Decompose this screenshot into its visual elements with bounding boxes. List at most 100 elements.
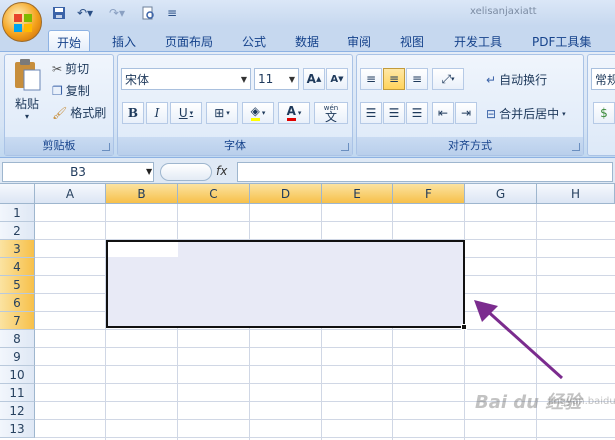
- annotation-arrow-icon: [474, 300, 564, 380]
- paste-button[interactable]: 粘贴 ▾: [8, 58, 46, 130]
- name-box[interactable]: B3: [2, 162, 154, 182]
- orientation-button[interactable]: ⤢ ▾: [432, 68, 464, 90]
- column-header-e[interactable]: E: [322, 184, 393, 204]
- phonetic-button[interactable]: wén 文: [314, 102, 348, 124]
- copy-button[interactable]: ❐ 复制: [52, 82, 90, 99]
- insert-function-button[interactable]: fx: [216, 164, 227, 178]
- tab-developer[interactable]: 开发工具: [446, 30, 510, 52]
- paste-icon: [15, 59, 41, 91]
- row-header-9[interactable]: 9: [0, 348, 35, 366]
- chevron-down-icon: ▾: [562, 109, 566, 118]
- print-preview-icon[interactable]: [136, 4, 160, 22]
- formula-bar-expander[interactable]: [160, 163, 212, 181]
- align-right-icon: ☰: [411, 106, 423, 120]
- underline-label: U: [178, 106, 188, 120]
- alignment-launcher-icon[interactable]: [572, 143, 580, 151]
- office-button[interactable]: [2, 2, 42, 42]
- wrap-text-button[interactable]: ↵ 自动换行: [486, 71, 547, 88]
- tab-insert[interactable]: 插入: [104, 30, 144, 52]
- undo-icon[interactable]: ↶▾: [72, 4, 98, 22]
- alignment-group-label: 对齐方式: [357, 137, 583, 155]
- font-name-combo[interactable]: 宋体 ▼: [121, 68, 251, 90]
- grow-font-label: A: [306, 72, 316, 86]
- format-painter-button[interactable]: 🖌 格式刷: [52, 104, 106, 121]
- column-header-b[interactable]: B: [106, 184, 178, 204]
- bold-button[interactable]: B: [122, 102, 144, 124]
- wrap-text-label: 自动换行: [499, 73, 548, 87]
- paste-dropdown-icon[interactable]: ▾: [8, 112, 46, 121]
- tab-view[interactable]: 视图: [392, 30, 432, 52]
- formula-input[interactable]: [237, 162, 613, 182]
- font-size-value: 11: [258, 72, 274, 86]
- row-header-6[interactable]: 6: [0, 294, 35, 312]
- bottom-align-button[interactable]: ≡: [406, 68, 428, 90]
- increase-indent-button[interactable]: ⇥: [455, 102, 477, 124]
- shrink-font-button[interactable]: A ▼: [326, 68, 348, 90]
- font-size-combo[interactable]: 11 ▼: [254, 68, 299, 90]
- align-center-icon: ☰: [388, 106, 400, 120]
- number-format-combo[interactable]: 常规: [591, 68, 615, 90]
- merge-icon: ⊟: [486, 106, 497, 121]
- row-header-12[interactable]: 12: [0, 402, 35, 420]
- row-header-4[interactable]: 4: [0, 258, 35, 276]
- decrease-indent-button[interactable]: ⇤: [432, 102, 454, 124]
- column-header-d[interactable]: D: [250, 184, 322, 204]
- row-header-5[interactable]: 5: [0, 276, 35, 294]
- clipboard-launcher-icon[interactable]: [102, 143, 110, 151]
- column-header-g[interactable]: G: [465, 184, 537, 204]
- scissors-icon: ✂: [52, 61, 63, 76]
- font-color-button[interactable]: A ▾: [278, 102, 310, 124]
- row-header-1[interactable]: 1: [0, 204, 35, 222]
- row-header-2[interactable]: 2: [0, 222, 35, 240]
- row-header-8[interactable]: 8: [0, 330, 35, 348]
- merge-center-button[interactable]: ⊟ 合并后居中 ▾: [486, 105, 566, 122]
- decrease-indent-icon: ⇤: [437, 106, 449, 120]
- row-header-13[interactable]: 13: [0, 420, 35, 438]
- column-header-f[interactable]: F: [393, 184, 465, 204]
- middle-align-button[interactable]: ≡: [383, 68, 405, 90]
- name-box-dropdown-icon[interactable]: ▼: [146, 167, 152, 176]
- save-icon[interactable]: [50, 4, 68, 22]
- paste-label: 粘贴: [14, 97, 39, 111]
- tab-data[interactable]: 数据: [287, 30, 327, 52]
- active-cell[interactable]: [108, 242, 178, 257]
- underline-button[interactable]: U ▾: [170, 102, 202, 124]
- align-left-icon: ☰: [365, 106, 377, 120]
- row-header-10[interactable]: 10: [0, 366, 35, 384]
- row-header-11[interactable]: 11: [0, 384, 35, 402]
- cut-button[interactable]: ✂ 剪切: [52, 60, 89, 77]
- borders-button[interactable]: ⊞ ▾: [206, 102, 238, 124]
- currency-format-button[interactable]: $: [593, 102, 615, 124]
- redo-icon[interactable]: ↷▾: [104, 4, 130, 22]
- column-header-h[interactable]: H: [537, 184, 615, 204]
- paint-bucket-icon: ◈: [250, 105, 260, 121]
- customize-quick-access-icon[interactable]: ≡: [166, 4, 178, 22]
- tab-review[interactable]: 审阅: [339, 30, 379, 52]
- tab-pdf-tools[interactable]: PDF工具集: [524, 30, 599, 52]
- fill-color-button[interactable]: ◈ ▾: [242, 102, 274, 124]
- column-header-a[interactable]: A: [35, 184, 106, 204]
- top-align-button[interactable]: ≡: [360, 68, 382, 90]
- italic-button[interactable]: I: [146, 102, 168, 124]
- top-align-icon: ≡: [365, 72, 377, 86]
- row-header-3[interactable]: 3: [0, 240, 35, 258]
- merge-center-label: 合并后居中: [499, 107, 560, 121]
- cut-label: 剪切: [65, 62, 90, 76]
- grow-font-button[interactable]: A ▲: [303, 68, 325, 90]
- font-launcher-icon[interactable]: [341, 143, 349, 151]
- clipboard-group-label: 剪贴板: [5, 137, 113, 155]
- phonetic-char: 文: [324, 110, 337, 124]
- copy-label: 复制: [65, 84, 90, 98]
- tab-formulas[interactable]: 公式: [234, 30, 274, 52]
- align-right-button[interactable]: ☰: [406, 102, 428, 124]
- chevron-down-icon: ▼: [240, 74, 247, 84]
- tab-page-layout[interactable]: 页面布局: [157, 30, 221, 52]
- row-header-7[interactable]: 7: [0, 312, 35, 330]
- align-center-button[interactable]: ☰: [383, 102, 405, 124]
- fill-handle[interactable]: [461, 324, 467, 330]
- select-all-corner[interactable]: [0, 184, 35, 204]
- align-left-button[interactable]: ☰: [360, 102, 382, 124]
- tab-home[interactable]: 开始: [48, 30, 91, 52]
- column-header-c[interactable]: C: [178, 184, 250, 204]
- middle-align-icon: ≡: [388, 72, 400, 86]
